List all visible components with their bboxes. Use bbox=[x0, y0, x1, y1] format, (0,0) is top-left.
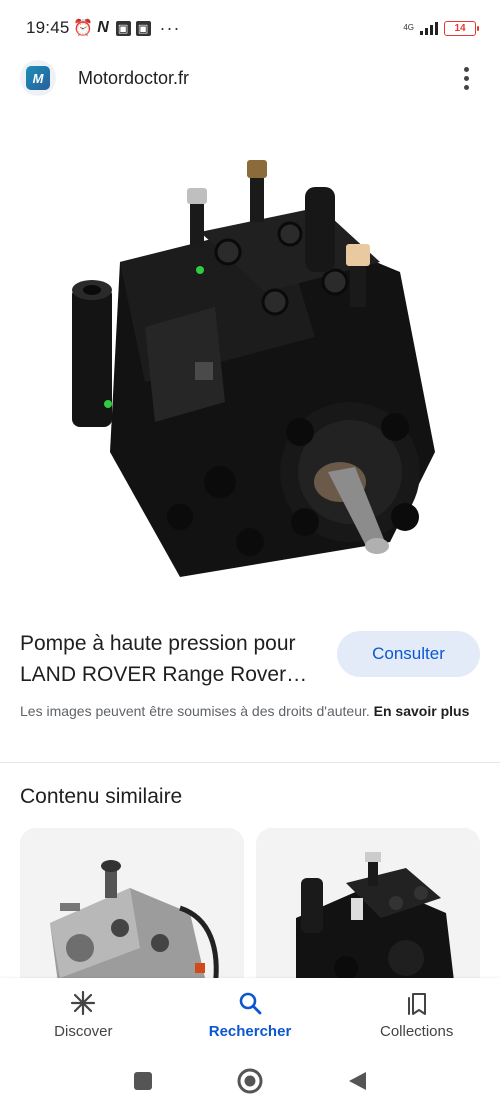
gallery-icon: ▣ bbox=[115, 20, 131, 36]
product-title[interactable]: Pompe à haute pression pour LAND ROVER R… bbox=[20, 628, 325, 690]
fuel-pump-photo-black bbox=[256, 828, 480, 998]
similar-card[interactable] bbox=[20, 828, 244, 998]
status-system-icons: 4G 14 bbox=[403, 20, 479, 36]
nav-search[interactable]: Rechercher bbox=[167, 978, 334, 1050]
battery-level: 14 bbox=[454, 22, 466, 34]
favicon-logo-icon: M bbox=[26, 66, 50, 90]
back-button[interactable] bbox=[342, 1066, 372, 1096]
status-notification-icons: ⏰ N ▣ ▣ ··· bbox=[73, 17, 181, 39]
alarm-icon: ⏰ bbox=[73, 20, 94, 37]
more-notifications-icon: ··· bbox=[159, 17, 181, 38]
system-navigation bbox=[0, 1050, 500, 1111]
asterisk-icon bbox=[70, 989, 96, 1017]
site-favicon[interactable]: M bbox=[20, 60, 56, 96]
copyright-notice: Les images peuvent être soumises à des d… bbox=[20, 701, 480, 722]
collections-icon bbox=[404, 989, 430, 1017]
home-button[interactable] bbox=[235, 1066, 265, 1096]
nav-collections[interactable]: Collections bbox=[333, 978, 500, 1050]
status-bar: 19:45 ⏰ N ▣ ▣ ··· 4G 14 bbox=[0, 0, 500, 56]
nav-discover[interactable]: Discover bbox=[0, 978, 167, 1050]
site-header: M Motordoctor.fr bbox=[0, 56, 500, 100]
similar-card[interactable] bbox=[256, 828, 480, 998]
main-product-image[interactable] bbox=[0, 112, 500, 602]
app-notification-icon: ▣ bbox=[135, 20, 151, 36]
consult-button[interactable]: Consulter bbox=[337, 631, 480, 677]
nav-label: Collections bbox=[379, 1022, 454, 1040]
nav-label: Discover bbox=[54, 1022, 113, 1040]
fuel-pump-photo-silver bbox=[20, 828, 244, 998]
signal-icon bbox=[420, 21, 438, 35]
circle-icon bbox=[237, 1068, 263, 1093]
battery-icon: 14 bbox=[444, 20, 479, 36]
status-time: 19:45 bbox=[26, 18, 70, 37]
recents-button[interactable] bbox=[128, 1066, 158, 1096]
triangle-back-icon bbox=[348, 1071, 366, 1090]
divider bbox=[0, 762, 500, 763]
nav-label: Rechercher bbox=[208, 1022, 292, 1040]
square-icon bbox=[134, 1071, 153, 1090]
learn-more-link[interactable]: En savoir plus bbox=[374, 703, 470, 719]
copyright-text: Les images peuvent être soumises à des d… bbox=[20, 703, 370, 719]
n-app-icon: N bbox=[97, 19, 109, 36]
bottom-navigation: Discover Rechercher Collections bbox=[0, 978, 500, 1050]
site-name[interactable]: Motordoctor.fr bbox=[78, 68, 189, 89]
network-type: 4G bbox=[403, 23, 414, 32]
result-info: Pompe à haute pression pour LAND ROVER R… bbox=[20, 628, 480, 690]
similar-content-heading: Contenu similaire bbox=[20, 785, 183, 808]
more-options-icon[interactable] bbox=[454, 62, 478, 94]
search-icon bbox=[237, 989, 263, 1017]
fuel-pump-photo bbox=[72, 160, 435, 577]
